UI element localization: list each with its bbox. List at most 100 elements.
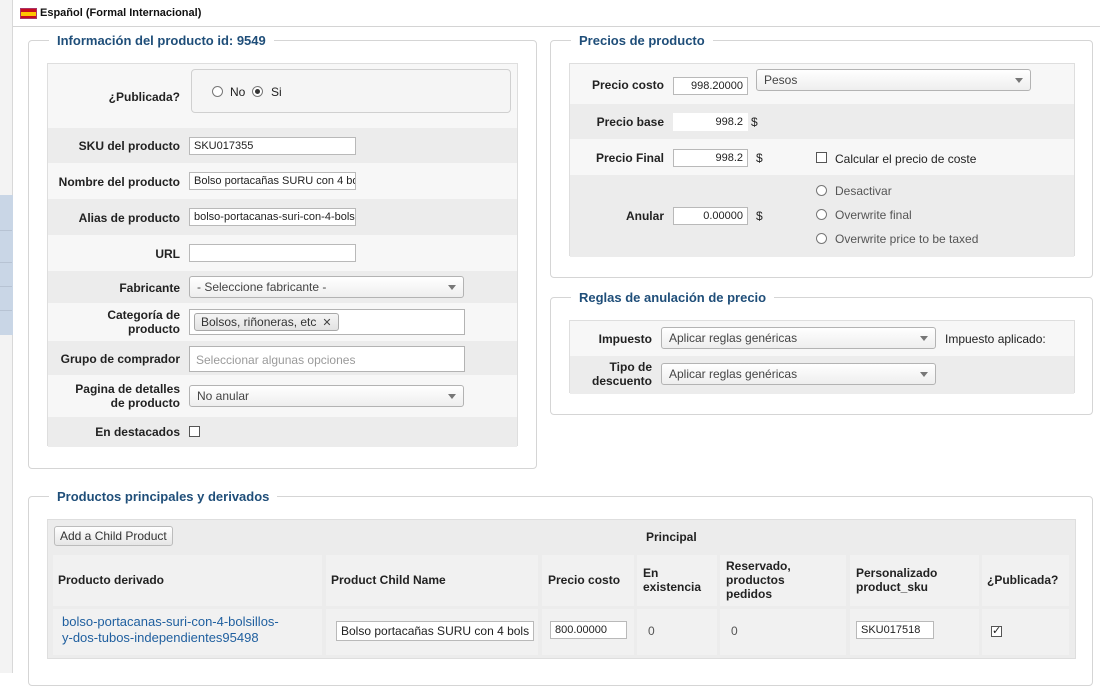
category-multiselect[interactable]: Bolsos, riñoneras, etc ✕	[189, 309, 465, 335]
base-price-value: 998.2	[673, 113, 748, 131]
tax-select[interactable]: Aplicar reglas genéricas	[661, 327, 936, 349]
override-final-radio[interactable]	[816, 209, 827, 220]
published-si-label: Si	[271, 85, 282, 99]
currency-select-value: Pesos	[764, 73, 798, 87]
manufacturer-select[interactable]: - Seleccione fabricante -	[189, 276, 464, 298]
final-price-row: Precio Final 998.2 $ Calcular el precio …	[570, 139, 1074, 175]
custom-sku-header-line-1: Personalizado	[856, 566, 938, 580]
alias-label: Alias de producto	[78, 211, 180, 225]
category-label-line-2: producto	[128, 322, 180, 336]
featured-checkbox[interactable]	[189, 426, 200, 437]
child-sku-input[interactable]: SKU017518	[856, 621, 934, 639]
override-label: Anular	[625, 209, 664, 223]
reserved-header-line-2: productos	[726, 573, 785, 587]
product-info-section: Información del producto id: 9549 ¿Publi…	[28, 33, 537, 469]
add-child-product-button[interactable]: Add a Child Product	[54, 526, 173, 546]
detail-page-select[interactable]: No anular	[189, 385, 464, 407]
final-price-label: Precio Final	[595, 151, 664, 165]
table-cell	[982, 609, 1069, 655]
header-cell: Personalizado product_sku	[850, 555, 979, 606]
override-disable-radio[interactable]	[816, 185, 827, 196]
category-row: Categoría de producto Bolsos, riñoneras,…	[48, 303, 517, 341]
stock-header-line-1: En	[643, 566, 659, 580]
child-cost-input[interactable]: 800.00000	[550, 621, 627, 639]
override-input[interactable]: 0.00000	[673, 207, 748, 225]
alias-input[interactable]: bolso-portacanas-suri-con-4-bols	[189, 208, 356, 226]
final-price-input[interactable]: 998.2	[673, 149, 748, 167]
header-cell: ¿Publicada?	[982, 555, 1069, 606]
discount-select-value: Aplicar reglas genéricas	[669, 367, 798, 381]
buyer-group-row: Grupo de comprador Seleccionar algunas o…	[48, 341, 517, 375]
child-products-title: Productos principales y derivados	[49, 489, 278, 504]
table-cell: SKU017518	[850, 609, 979, 655]
cost-price-row: Precio costo 998.20000 Pesos	[570, 64, 1074, 104]
close-icon[interactable]: ✕	[322, 317, 331, 329]
name-label: Nombre del producto	[58, 175, 180, 189]
override-disable-label: Desactivar	[835, 184, 892, 198]
manufacturer-label: Fabricante	[119, 281, 180, 295]
child-published-checkbox[interactable]	[991, 624, 1002, 637]
header-cell: Precio costo	[542, 555, 634, 606]
left-edge-divider	[0, 262, 12, 263]
discount-label-line-1: Tipo de	[609, 360, 652, 374]
discount-label-line-2: descuento	[591, 374, 652, 388]
published-no-label: No	[230, 85, 246, 99]
featured-label: En destacados	[95, 425, 180, 439]
left-edge-divider	[0, 286, 12, 287]
name-input[interactable]: Bolso portacañas SURU con 4 bo	[189, 172, 356, 190]
override-row: Anular 0.00000 $ Desactivar Overwrite fi…	[570, 175, 1074, 257]
product-info-panel: ¿Publicada? No Si SKU del producto SKU01…	[47, 63, 518, 447]
category-label-line-1: Categoría de	[107, 308, 180, 322]
discount-select[interactable]: Aplicar reglas genéricas	[661, 363, 936, 385]
child-product-link-line-2: y-dos-tubos-independientes95498	[62, 630, 259, 645]
custom-sku-header-line-2: product_sku	[856, 580, 929, 594]
product-prices-panel: Precio costo 998.20000 Pesos Precio base…	[569, 63, 1075, 257]
override-taxed-radio[interactable]	[816, 233, 827, 244]
category-label: Categoría de producto	[48, 308, 180, 336]
child-name-input[interactable]: Bolso portacañas SURU con 4 bols	[336, 621, 534, 641]
child-name-header: Product Child Name	[331, 573, 446, 587]
reserved-header: Reservado, productos pedidos	[726, 559, 791, 601]
table-cell: 800.00000	[542, 609, 634, 655]
sku-label: SKU del producto	[78, 139, 180, 153]
url-label: URL	[155, 247, 180, 261]
chevron-down-icon	[920, 336, 928, 341]
child-product-link[interactable]: bolso-portacanas-suri-con-4-bolsillos- y…	[62, 614, 279, 646]
product-prices-section: Precios de producto Precio costo 998.200…	[550, 33, 1093, 278]
reserved-header-line-1: Reservado,	[726, 559, 791, 573]
detail-page-select-value: No anular	[197, 389, 250, 403]
alias-row: Alias de producto bolso-portacanas-suri-…	[48, 199, 517, 235]
child-product-link-line-1: bolso-portacanas-suri-con-4-bolsillos-	[62, 614, 279, 629]
published-label: ¿Publicada?	[108, 90, 180, 104]
name-row: Nombre del producto Bolso portacañas SUR…	[48, 163, 517, 199]
currency-select[interactable]: Pesos	[756, 69, 1031, 91]
published-row: ¿Publicada? No Si	[48, 64, 517, 128]
chevron-down-icon	[920, 372, 928, 377]
category-chip[interactable]: Bolsos, riñoneras, etc ✕	[194, 313, 339, 331]
override-final-label: Overwrite final	[835, 208, 912, 222]
published-no-radio[interactable]	[212, 86, 223, 97]
detail-page-label: Pagina de detalles de producto	[48, 382, 180, 410]
left-edge-divider	[0, 230, 12, 231]
price-rules-title: Reglas de anulación de precio	[571, 290, 775, 305]
child-products-table: Add a Child Product Principal Producto d…	[47, 519, 1076, 659]
price-rules-section: Reglas de anulación de precio Impuesto A…	[550, 290, 1093, 415]
language-tab[interactable]: Español (Formal Internacional)	[40, 7, 201, 19]
detail-page-row: Pagina de detalles de producto No anular	[48, 375, 517, 417]
manufacturer-select-value: - Seleccione fabricante -	[197, 280, 327, 294]
header-cell: Product Child Name	[326, 555, 538, 606]
child-reserved-value: 0	[731, 624, 738, 638]
principal-header: Principal	[646, 530, 697, 544]
cost-price-input[interactable]: 998.20000	[673, 77, 748, 95]
url-input[interactable]	[189, 244, 356, 262]
override-taxed-label: Overwrite price to be taxed	[835, 232, 979, 246]
sku-input[interactable]: SKU017355	[189, 137, 356, 155]
header-cell: Producto derivado	[53, 555, 322, 606]
calc-cost-checkbox[interactable]	[816, 152, 827, 163]
table-cell: Bolso portacañas SURU con 4 bols	[326, 609, 538, 655]
manufacturer-row: Fabricante - Seleccione fabricante -	[48, 271, 517, 303]
buyer-group-multiselect[interactable]: Seleccionar algunas opciones	[189, 346, 465, 372]
table-cell: 0	[637, 609, 717, 655]
published-si-radio[interactable]	[252, 86, 263, 97]
header-cell: En existencia	[637, 555, 717, 606]
